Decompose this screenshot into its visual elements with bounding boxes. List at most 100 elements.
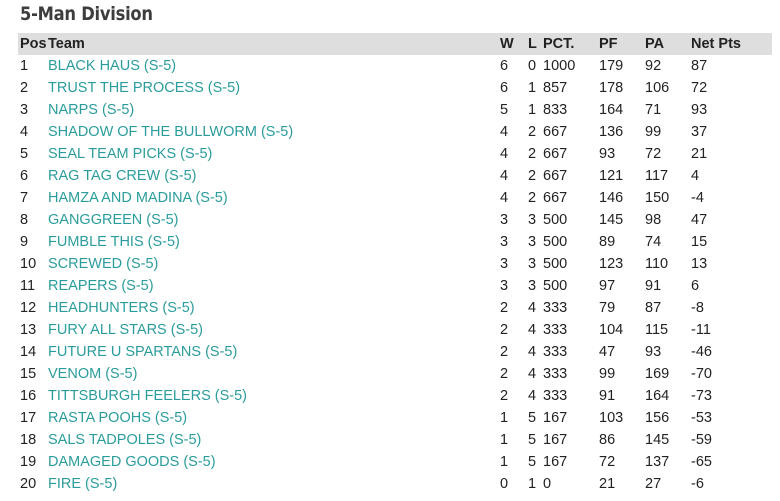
cell-losses: 1 bbox=[528, 476, 537, 492]
cell-points-against: 99 bbox=[645, 124, 662, 140]
cell-pct: 333 bbox=[543, 300, 568, 316]
cell-team: FUMBLE THIS (S-5) bbox=[48, 231, 500, 253]
cell-wins: 1 bbox=[500, 454, 509, 470]
team-link[interactable]: FIRE (S-5) bbox=[48, 476, 117, 492]
cell-points-for: 47 bbox=[599, 344, 616, 360]
cell-points-against: 117 bbox=[645, 168, 669, 184]
team-link[interactable]: REAPERS (S-5) bbox=[48, 278, 154, 294]
cell-pos: 1 bbox=[20, 58, 29, 74]
cell-losses: 1 bbox=[528, 80, 537, 96]
cell-points-against: 164 bbox=[645, 388, 670, 404]
cell-net-points: 6 bbox=[691, 278, 700, 294]
team-link[interactable]: FURY ALL STARS (S-5) bbox=[48, 322, 203, 338]
cell-losses: 4 bbox=[528, 366, 537, 382]
cell-team: HEADHUNTERS (S-5) bbox=[48, 297, 500, 319]
team-link[interactable]: DAMAGED GOODS (S-5) bbox=[48, 454, 216, 470]
cell-points-for: 97 bbox=[599, 278, 616, 294]
team-link[interactable]: NARPS (S-5) bbox=[48, 102, 134, 118]
cell-team: SALS TADPOLES (S-5) bbox=[48, 429, 500, 451]
cell-pos: 20 bbox=[20, 476, 37, 492]
cell-wins: 5 bbox=[500, 102, 509, 118]
cell-team: REAPERS (S-5) bbox=[48, 275, 500, 297]
team-link[interactable]: RAG TAG CREW (S-5) bbox=[48, 168, 197, 184]
table-row: 12 HEADHUNTERS (S-5) 2 4 333 79 87 -8 bbox=[18, 297, 772, 319]
cell-points-against: 71 bbox=[645, 102, 662, 118]
cell-net-points: -65 bbox=[691, 454, 712, 470]
cell-pct: 500 bbox=[543, 278, 568, 294]
team-link[interactable]: FUMBLE THIS (S-5) bbox=[48, 234, 180, 250]
cell-wins: 2 bbox=[500, 366, 509, 382]
cell-net-points: -6 bbox=[691, 476, 704, 492]
cell-losses: 2 bbox=[528, 168, 537, 184]
cell-losses: 5 bbox=[528, 432, 537, 448]
cell-team: FIRE (S-5) bbox=[48, 473, 500, 495]
standings-body: 1 BLACK HAUS (S-5) 6 0 1000 179 92 87 2 TRUST THE… bbox=[18, 55, 772, 495]
cell-team: HAMZA AND MADINA (S-5) bbox=[48, 187, 500, 209]
cell-pos: 7 bbox=[20, 190, 29, 206]
cell-pos: 18 bbox=[20, 432, 37, 448]
cell-pos: 2 bbox=[20, 80, 29, 96]
table-row: 14 FUTURE U SPARTANS (S-5) 2 4 333 47 93 -46 bbox=[18, 341, 772, 363]
cell-net-points: -73 bbox=[691, 388, 712, 404]
cell-team: TITTSBURGH FEELERS (S-5) bbox=[48, 385, 500, 407]
team-link[interactable]: VENOM (S-5) bbox=[48, 366, 137, 382]
table-row: 18 SALS TADPOLES (S-5) 1 5 167 86 145 -59 bbox=[18, 429, 772, 451]
team-link[interactable]: TITTSBURGH FEELERS (S-5) bbox=[48, 388, 247, 404]
cell-points-for: 103 bbox=[599, 410, 624, 426]
cell-pct: 667 bbox=[543, 146, 568, 162]
team-link[interactable]: FUTURE U SPARTANS (S-5) bbox=[48, 344, 237, 360]
cell-pos: 11 bbox=[20, 278, 36, 294]
table-row: 3 NARPS (S-5) 5 1 833 164 71 93 bbox=[18, 99, 772, 121]
cell-wins: 3 bbox=[500, 234, 509, 250]
cell-wins: 4 bbox=[500, 146, 509, 162]
team-link[interactable]: HEADHUNTERS (S-5) bbox=[48, 300, 195, 316]
cell-pos: 9 bbox=[20, 234, 29, 250]
cell-points-against: 137 bbox=[645, 454, 670, 470]
cell-team: RAG TAG CREW (S-5) bbox=[48, 165, 500, 187]
cell-losses: 1 bbox=[528, 102, 537, 118]
col-header-pct: PCT. bbox=[543, 36, 575, 52]
cell-net-points: 4 bbox=[691, 168, 700, 184]
cell-net-points: 21 bbox=[691, 146, 708, 162]
table-row: 7 HAMZA AND MADINA (S-5) 4 2 667 146 150 -4 bbox=[18, 187, 772, 209]
cell-wins: 2 bbox=[500, 322, 509, 338]
team-link[interactable]: BLACK HAUS (S-5) bbox=[48, 58, 176, 74]
cell-points-for: 164 bbox=[599, 102, 624, 118]
cell-points-against: 145 bbox=[645, 432, 670, 448]
team-link[interactable]: GANGGREEN (S-5) bbox=[48, 212, 179, 228]
cell-team: RASTA POOHS (S-5) bbox=[48, 407, 500, 429]
cell-points-for: 123 bbox=[599, 256, 624, 272]
cell-losses: 4 bbox=[528, 388, 537, 404]
cell-pct: 333 bbox=[543, 388, 568, 404]
team-link[interactable]: TRUST THE PROCESS (S-5) bbox=[48, 80, 240, 96]
cell-net-points: 72 bbox=[691, 80, 708, 96]
cell-net-points: -53 bbox=[691, 410, 712, 426]
table-row: 4 SHADOW OF THE BULLWORM (S-5) 4 2 667 136 99 3… bbox=[18, 121, 772, 143]
cell-net-points: 93 bbox=[691, 102, 708, 118]
cell-net-points: -4 bbox=[691, 190, 704, 206]
cell-wins: 6 bbox=[500, 80, 509, 96]
cell-wins: 2 bbox=[500, 388, 509, 404]
team-link[interactable]: SCREWED (S-5) bbox=[48, 256, 158, 272]
table-row: 6 RAG TAG CREW (S-5) 4 2 667 121 117 4 bbox=[18, 165, 772, 187]
cell-points-against: 98 bbox=[645, 212, 662, 228]
cell-pos: 16 bbox=[20, 388, 37, 404]
team-link[interactable]: RASTA POOHS (S-5) bbox=[48, 410, 187, 426]
cell-net-points: -46 bbox=[691, 344, 712, 360]
cell-net-points: 37 bbox=[691, 124, 708, 140]
table-row: 11 REAPERS (S-5) 3 3 500 97 91 6 bbox=[18, 275, 772, 297]
team-link[interactable]: SEAL TEAM PICKS (S-5) bbox=[48, 146, 212, 162]
cell-losses: 3 bbox=[528, 234, 537, 250]
team-link[interactable]: HAMZA AND MADINA (S-5) bbox=[48, 190, 228, 206]
cell-losses: 0 bbox=[528, 58, 537, 74]
cell-points-for: 89 bbox=[599, 234, 616, 250]
cell-net-points: 87 bbox=[691, 58, 708, 74]
cell-pct: 667 bbox=[543, 124, 568, 140]
cell-pct: 333 bbox=[543, 366, 568, 382]
table-row: 13 FURY ALL STARS (S-5) 2 4 333 104 115 -11 bbox=[18, 319, 772, 341]
cell-points-against: 74 bbox=[645, 234, 662, 250]
cell-net-points: 15 bbox=[691, 234, 708, 250]
team-link[interactable]: SALS TADPOLES (S-5) bbox=[48, 432, 201, 448]
team-link[interactable]: SHADOW OF THE BULLWORM (S-5) bbox=[48, 124, 293, 140]
cell-losses: 3 bbox=[528, 278, 537, 294]
